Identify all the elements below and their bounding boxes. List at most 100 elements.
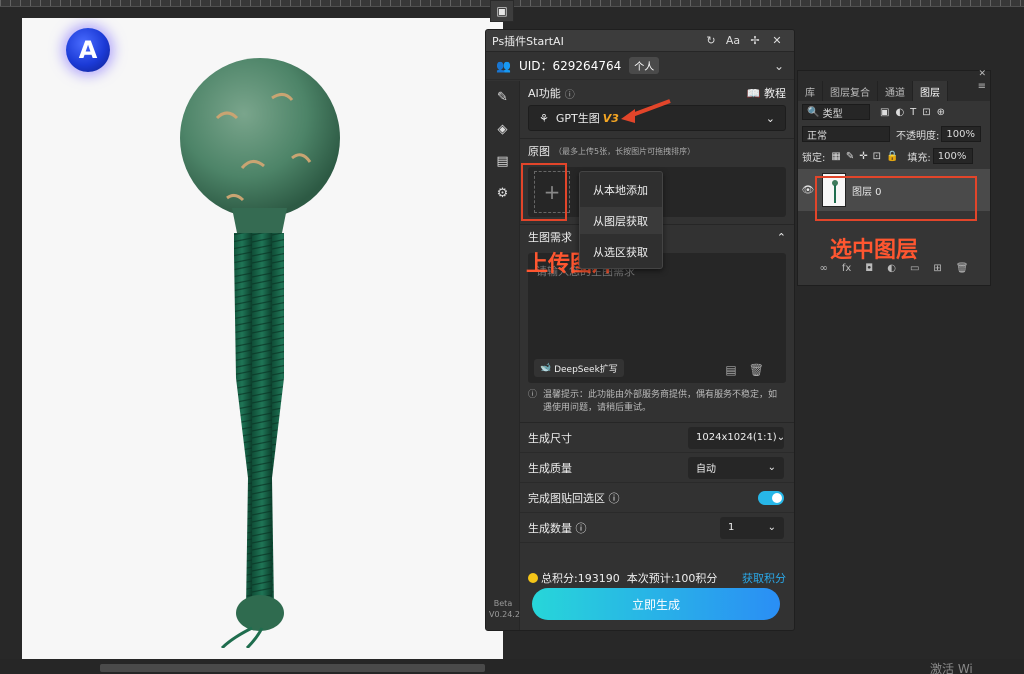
adjustment-icon[interactable]: ◐ (887, 263, 896, 281)
blend-mode-value: 正常 (807, 130, 827, 142)
horizontal-scrollbar[interactable] (100, 664, 485, 672)
product-image (172, 48, 342, 650)
quality-select[interactable]: 自动 ⌄ (688, 456, 784, 479)
user-row[interactable]: 👥 UID：629264764 个人 ⌄ (486, 52, 794, 80)
close-icon[interactable]: ✕ (766, 34, 788, 47)
tutorial-link[interactable]: 📖 教程 (747, 85, 786, 101)
brand-logo-letter: A (78, 36, 98, 64)
chevron-down-icon: ⌄ (776, 432, 786, 443)
upload-source-menu: 从本地添加 从图层获取 从选区获取 (579, 171, 663, 269)
opacity-input[interactable]: 100% (941, 126, 982, 142)
prompt-label: 生图需求 (528, 231, 572, 244)
lock-label: 锁定: (802, 152, 826, 164)
version-label: V0.24.2 (489, 610, 520, 619)
chevron-up-icon[interactable]: ⌃ (777, 231, 786, 244)
account-badge: 个人 (629, 57, 660, 74)
layer-filter-row: 🔍 类型 ▣◐T⊡⊕ (798, 101, 990, 123)
tab-library[interactable]: 库 (798, 81, 823, 101)
source-image-hint: （最多上传5张，长按图片可拖拽排序） (554, 146, 696, 156)
tip-text: ⓘ 温馨提示：此功能由外部服务商提供，偶有服务不稳定，如遇使用问题，请稍后重试。 (528, 389, 786, 415)
generate-button[interactable]: 立即生成 (532, 588, 780, 620)
model-name: GPT生图 (555, 112, 600, 125)
divider (520, 131, 794, 139)
tab-layer-comps[interactable]: 图层复合 (823, 81, 878, 101)
chevron-down-icon: ⌄ (765, 111, 775, 125)
source-image-header: 原图 （最多上传5张，长按图片可拖拽排序） (520, 139, 794, 163)
image-tool-icon[interactable]: ▣ (490, 0, 514, 22)
filter-select[interactable]: 🔍 类型 (802, 104, 870, 120)
estimate-points: 本次预计:100积分 (626, 572, 718, 585)
history-icon[interactable]: ▤ (725, 363, 748, 377)
pin-icon[interactable]: ✢ (744, 34, 766, 47)
count-row: 生成数量 ⓘ 1 ⌄ (520, 513, 794, 543)
side-nav: ✎ ◈ ▤ ⚙ Beta V0.24.2 (486, 81, 520, 630)
info-icon[interactable]: ⓘ (565, 86, 575, 101)
clipboard-icon[interactable]: ▤ (486, 145, 519, 177)
model-icon: ⚘ (539, 111, 549, 125)
brush-icon[interactable]: ✎ (486, 81, 519, 113)
chevron-down-icon[interactable]: ⌄ (774, 59, 784, 73)
refresh-icon[interactable]: ↻ (700, 34, 722, 47)
blend-mode-select[interactable]: 正常 (802, 126, 890, 142)
size-select[interactable]: 1024x1024(1:1) ⌄ (688, 426, 786, 449)
count-select[interactable]: 1 ⌄ (720, 516, 784, 539)
trash-icon[interactable]: 🗑 (956, 263, 969, 281)
annotation-arrow (621, 99, 671, 123)
filter-icons[interactable]: ▣◐T⊡⊕ (880, 107, 951, 118)
count-value: 1 (728, 522, 735, 533)
layers-tabs: 库 图层复合 通道 图层 ≡ (798, 81, 990, 101)
fill-label: 填充: (907, 152, 931, 164)
user-icon: 👥 (496, 58, 511, 73)
beta-label: Beta (493, 599, 513, 608)
panel-menu-icon[interactable]: ≡ (978, 81, 990, 101)
annotation-select-layer-text: 选中图层 (830, 238, 919, 263)
font-size-icon[interactable]: Aa (722, 34, 744, 47)
tutorial-label: 教程 (764, 87, 786, 100)
menu-item-from-selection[interactable]: 从选区获取 (580, 238, 662, 265)
menu-item-local[interactable]: 从本地添加 (580, 176, 662, 203)
textarea-actions: ▤🗑 (725, 363, 776, 377)
version-info: Beta V0.24.2 (489, 598, 520, 620)
size-value: 1024x1024(1:1) (696, 432, 777, 443)
divider (520, 415, 794, 423)
trash-icon[interactable]: 🗑 (749, 363, 776, 377)
lock-icons[interactable]: ▦✎✛⊡🔒 (831, 151, 903, 162)
close-icon[interactable]: ✕ (978, 69, 986, 79)
layers-panel-topbar: ✕ (798, 69, 990, 81)
quality-row: 生成质量 自动 ⌄ (520, 453, 794, 483)
source-image-label: 原图 (528, 145, 550, 158)
new-layer-icon[interactable]: ⊞ (933, 263, 941, 281)
filter-value: 类型 (822, 108, 843, 120)
tab-layers[interactable]: 图层 (913, 81, 948, 101)
gear-icon[interactable]: ⚙ (486, 177, 519, 209)
total-points: 总积分:193190 (541, 572, 620, 585)
paste-back-row: 完成图贴回选区 ⓘ (520, 483, 794, 513)
mask-icon[interactable]: ◘ (865, 263, 873, 281)
size-label: 生成尺寸 (528, 431, 572, 445)
get-points-link[interactable]: 获取积分 (742, 570, 786, 586)
panel-title: Ps插件StartAI (492, 34, 564, 48)
deepseek-label: DeepSeek扩写 (554, 364, 618, 375)
link-icon[interactable]: ∞ (820, 263, 828, 281)
info-icon[interactable]: ⓘ (609, 490, 620, 506)
paste-back-toggle[interactable] (758, 490, 784, 505)
chevron-down-icon: ⌄ (767, 462, 776, 473)
layers-icon[interactable]: ◈ (486, 113, 519, 145)
fx-icon[interactable]: fx (842, 263, 851, 281)
quality-label: 生成质量 (528, 461, 572, 475)
fill-input[interactable]: 100% (932, 148, 973, 164)
menu-item-from-layer[interactable]: 从图层获取 (580, 207, 662, 234)
info-icon[interactable]: ⓘ (576, 520, 587, 536)
tab-channels[interactable]: 通道 (878, 81, 913, 101)
points-bar: 总积分:193190 本次预计:100积分 获取积分 (528, 570, 786, 586)
status-watermark: 激活 Wi (930, 662, 973, 674)
folder-icon[interactable]: ▭ (910, 263, 919, 281)
document-canvas[interactable]: A (22, 18, 503, 659)
opacity-value: 100% (946, 128, 975, 140)
product-drawing (180, 58, 340, 650)
opacity-label: 不透明度: (896, 130, 940, 142)
tip-content: 温馨提示：此功能由外部服务商提供，偶有服务不稳定，如遇使用问题，请稍后重试。 (543, 390, 778, 413)
deepseek-expand-button[interactable]: 🐋 DeepSeek扩写 (534, 359, 624, 377)
lock-row: 锁定: ▦✎✛⊡🔒 填充: 100% (798, 145, 990, 167)
quality-value: 自动 (696, 464, 716, 475)
